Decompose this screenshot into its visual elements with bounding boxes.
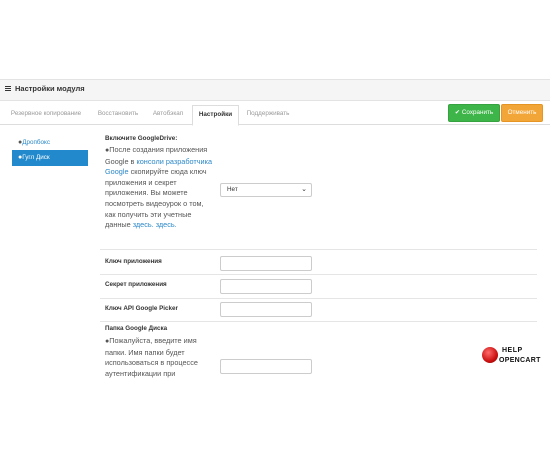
sidebar-item-google-drive[interactable]: ●Гугл Диск — [12, 150, 88, 166]
divider — [100, 249, 537, 250]
panel-title-text: Настройки модуля — [15, 84, 85, 93]
credentials-link[interactable]: здесь. — [156, 220, 177, 229]
enable-googledrive-label: Включите GoogleDrive: — [105, 135, 178, 142]
save-button[interactable]: ✔ Сохранить — [448, 104, 500, 122]
sidebar-item-label: Дропбокс — [22, 139, 50, 146]
tab-autobackup[interactable]: Автобэкап — [148, 105, 188, 123]
app-secret-input[interactable] — [220, 279, 312, 294]
app-key-input[interactable] — [220, 256, 312, 271]
sidebar-item-label: Гугл Диск — [22, 154, 50, 161]
tab-backup[interactable]: Резервное копирование — [6, 105, 86, 123]
module-settings-panel: Настройки модуля Резервное копирование В… — [0, 79, 550, 383]
logo-text-help: HELP — [502, 347, 523, 354]
divider — [100, 298, 537, 299]
googledrive-enabled-select[interactable]: Нет ⌄ — [220, 183, 312, 197]
help-opencart-logo: HELP OPENCART — [482, 345, 544, 369]
divider — [100, 274, 537, 275]
tab-restore[interactable]: Восстановить — [91, 105, 145, 123]
help-text: Пожалуйста, введите имя папки. Имя папки… — [105, 336, 198, 378]
select-value: Нет — [227, 186, 238, 193]
chevron-down-icon: ⌄ — [301, 186, 307, 193]
drive-folder-help: ●Пожалуйста, введите имя папки. Имя папк… — [105, 336, 213, 379]
logo-ball-icon — [482, 347, 498, 363]
logo-text-opencart: OPENCART — [499, 357, 541, 364]
drive-folder-input[interactable] — [220, 359, 312, 374]
sidebar-item-dropbox[interactable]: ●Дропбокс — [12, 135, 88, 151]
list-icon — [5, 85, 11, 92]
tab-support[interactable]: Поддерживать — [240, 105, 296, 123]
cancel-button-label: Отменить — [507, 109, 537, 116]
app-key-label: Ключ приложения — [105, 258, 162, 265]
picker-key-label: Ключ API Google Picker — [105, 305, 178, 312]
panel-heading: Настройки модуля — [0, 80, 550, 101]
check-icon: ✔ — [454, 110, 460, 116]
tab-settings[interactable]: Настройки — [192, 105, 239, 126]
picker-key-input[interactable] — [220, 302, 312, 317]
divider — [100, 321, 537, 322]
video-link[interactable]: здесь. — [133, 220, 154, 229]
enable-googledrive-help: ●После создания приложения Google в конс… — [105, 145, 213, 231]
drive-folder-label: Папка Google Диска — [105, 325, 168, 332]
app-secret-label: Секрет приложения — [105, 281, 167, 288]
panel-title: Настройки модуля — [5, 84, 85, 93]
save-button-label: Сохранить — [461, 109, 494, 116]
cancel-button[interactable]: Отменить — [501, 104, 543, 122]
